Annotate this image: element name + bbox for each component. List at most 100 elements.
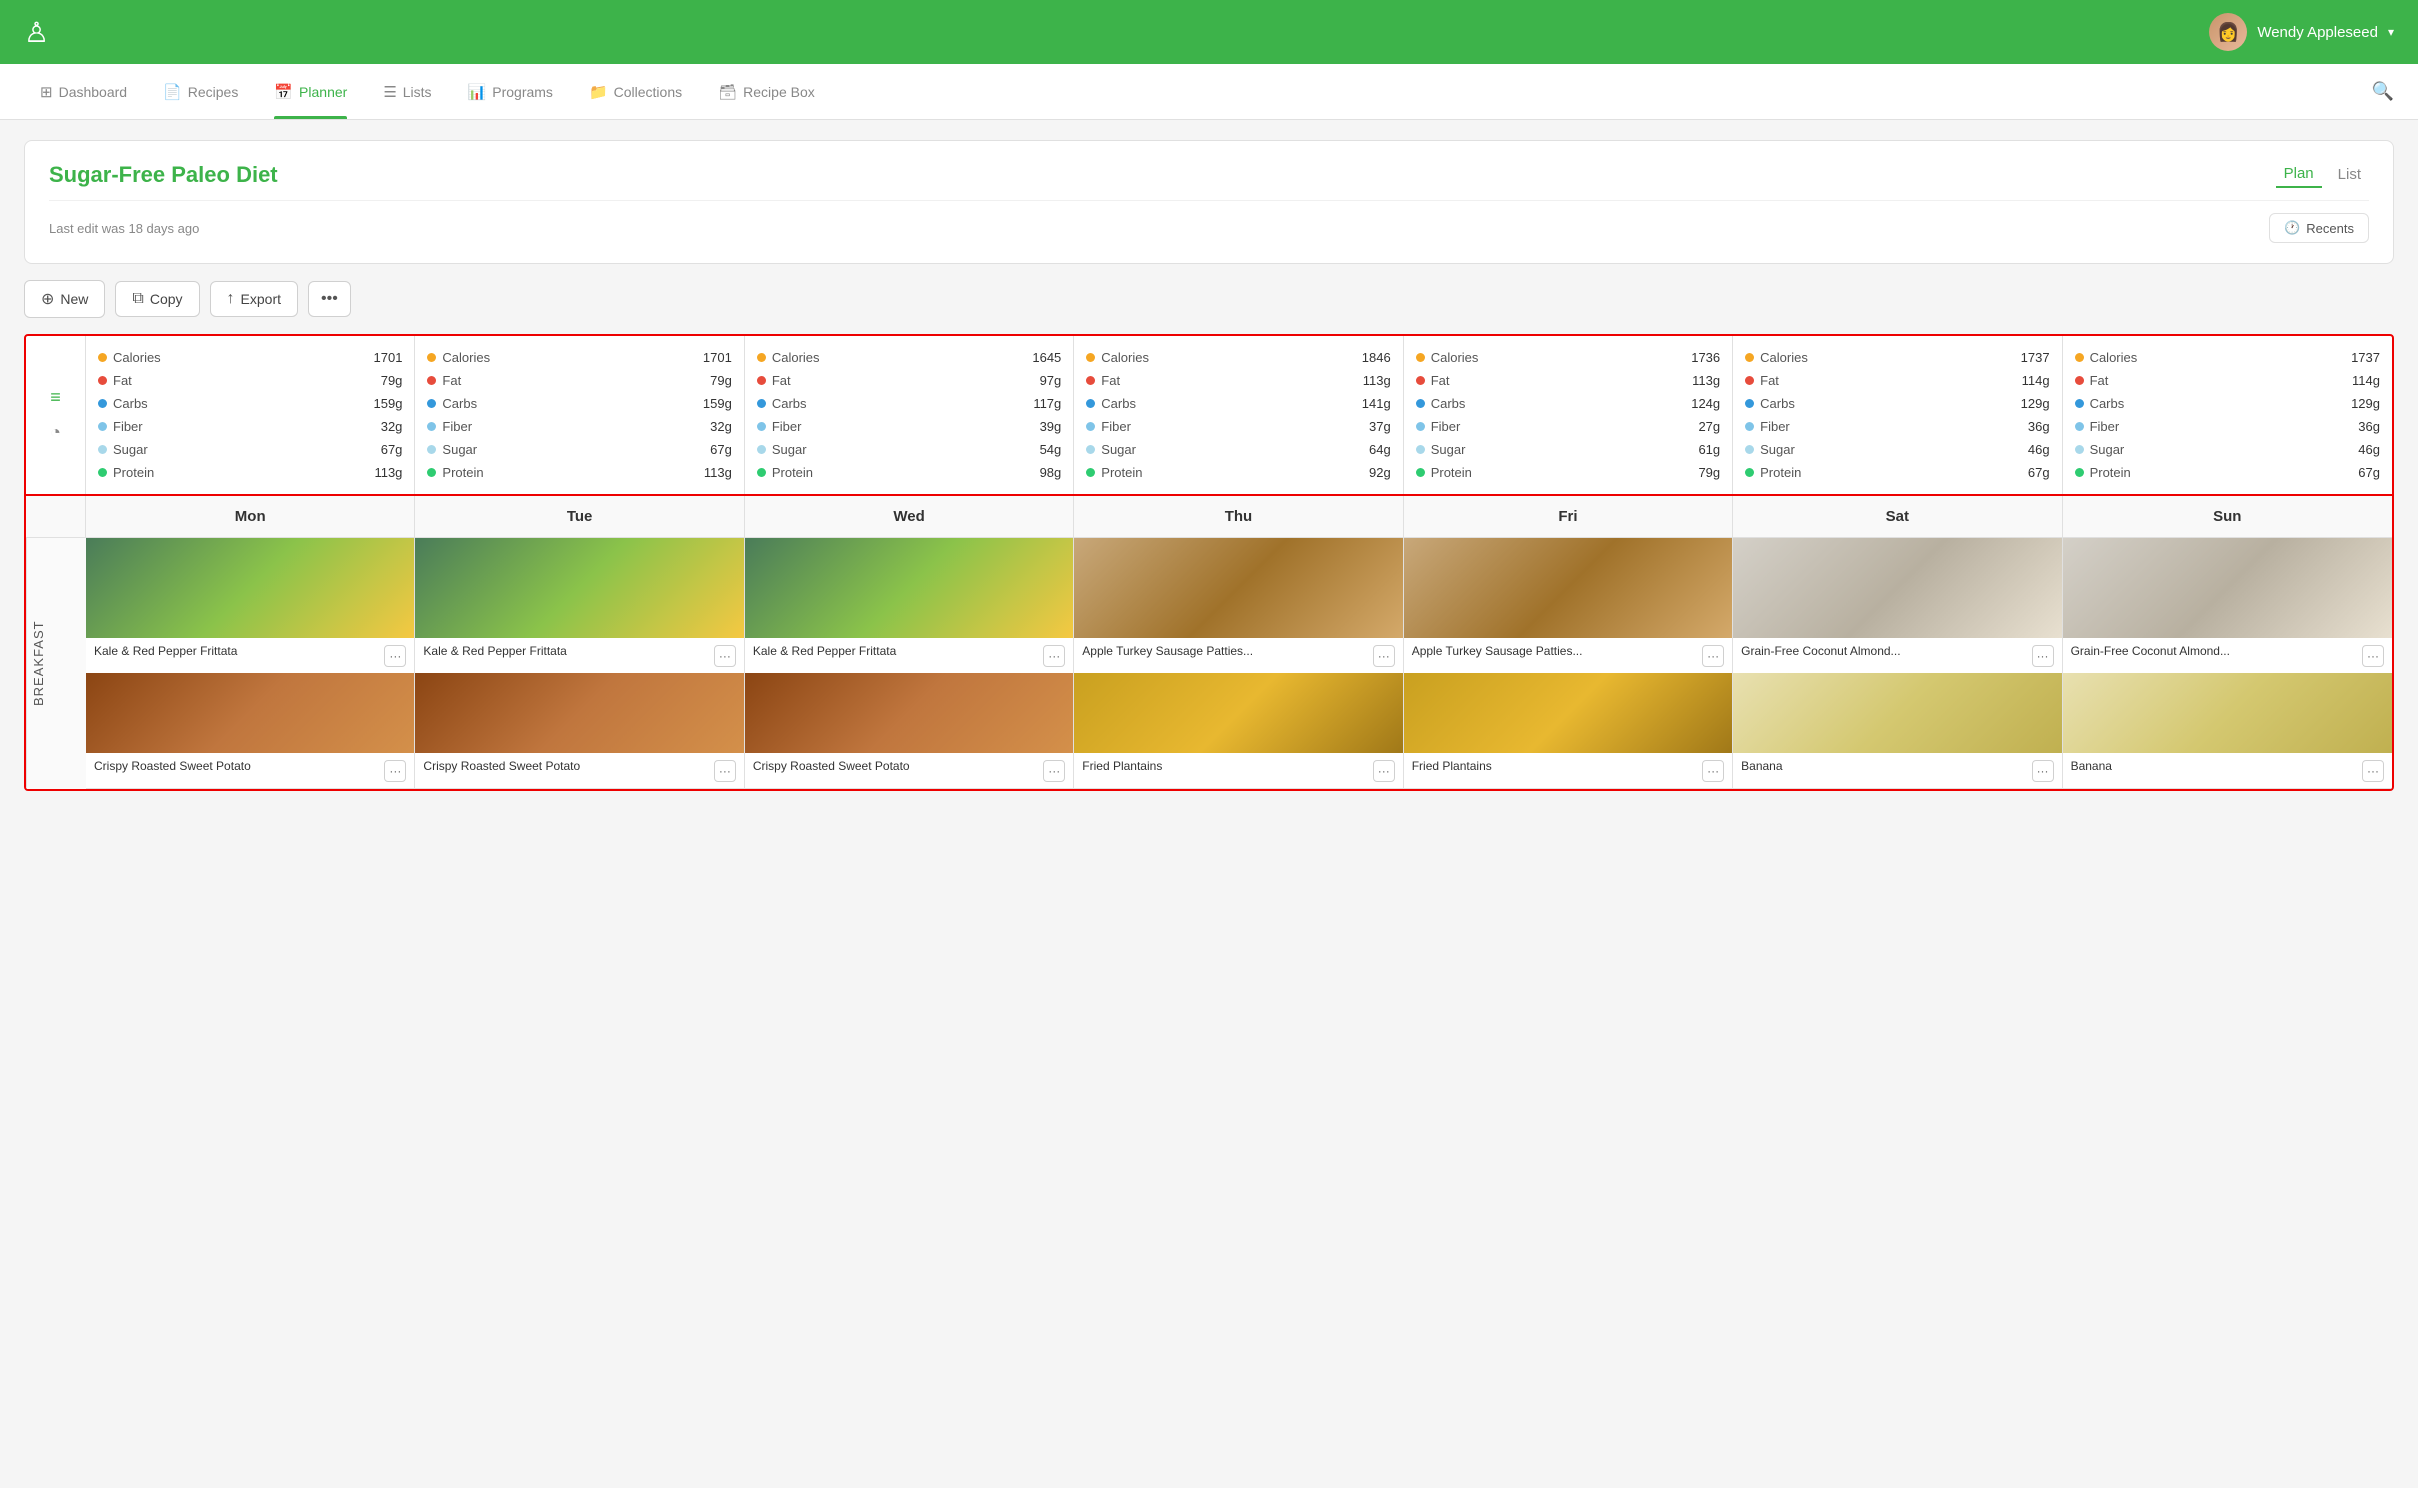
recipe-name: Apple Turkey Sausage Patties...: [1412, 644, 1702, 660]
dot-calories: [1745, 353, 1754, 362]
copy-icon: ⧉: [132, 290, 143, 308]
dot-carbs: [2075, 399, 2084, 408]
nav-label-collections: Collections: [614, 84, 682, 100]
recipe-card-1-day-2: Kale & Red Pepper Frittata ···: [745, 538, 1073, 673]
recipe-more-button[interactable]: ···: [1702, 645, 1724, 667]
recents-label: Recents: [2306, 221, 2354, 236]
recipe-more-button-2[interactable]: ···: [384, 760, 406, 782]
recipe-card-1-day-4: Apple Turkey Sausage Patties... ···: [1404, 538, 1732, 673]
dot-fiber: [757, 422, 766, 431]
export-icon: ↑: [227, 290, 235, 308]
nav-label-recipes: Recipes: [188, 84, 239, 100]
day-header-tue: Tue: [415, 496, 744, 537]
recipe-more-button-2[interactable]: ···: [1373, 760, 1395, 782]
plus-icon: ⊕: [41, 289, 54, 309]
recipe-img-6-1: [2063, 538, 2392, 638]
recipe-more-button[interactable]: ···: [2362, 645, 2384, 667]
recipe-more-button-2[interactable]: ···: [2362, 760, 2384, 782]
dot-protein: [1745, 468, 1754, 477]
nav-item-recipes[interactable]: 📄 Recipes: [147, 64, 254, 119]
recipe-more-button-2[interactable]: ···: [1702, 760, 1724, 782]
avatar: 👩: [2209, 13, 2247, 51]
nutrition-day-1: Calories 1701 Fat 79g Carbs 159g Fiber 3…: [415, 336, 744, 494]
nutrition-fat: Fat 79g: [98, 373, 402, 388]
search-icon[interactable]: 🔍: [2372, 81, 2394, 102]
new-button[interactable]: ⊕ New: [24, 280, 105, 318]
recipe-img-5-2: [1733, 673, 2061, 753]
dot-sugar: [98, 445, 107, 454]
recipe-name-row: Apple Turkey Sausage Patties... ···: [1074, 638, 1402, 673]
nav-item-dashboard[interactable]: ⊞ Dashboard: [24, 64, 143, 119]
dot-calories: [98, 353, 107, 362]
nav-item-lists[interactable]: ☰ Lists: [367, 64, 447, 119]
nav-item-planner[interactable]: 📅 Planner: [258, 64, 363, 119]
dot-calories: [1416, 353, 1425, 362]
nutrition-calories: Calories 1701: [427, 350, 731, 365]
days-header-row: MonTueWedThuFriSatSun: [26, 496, 2392, 538]
list-icon: ≡: [50, 387, 61, 408]
plan-title: Sugar-Free Paleo Diet: [49, 162, 278, 188]
recipe-img-5-1: [1733, 538, 2061, 638]
dot-carbs: [1416, 399, 1425, 408]
tab-plan[interactable]: Plan: [2276, 161, 2322, 188]
copy-button[interactable]: ⧉ Copy: [115, 281, 199, 317]
collections-icon: 📁: [589, 83, 608, 101]
recipe-more-button-2[interactable]: ···: [1043, 760, 1065, 782]
nav-label-recipe-box: Recipe Box: [743, 84, 815, 100]
recipe-img-6-2: [2063, 673, 2392, 753]
recipe-img-3-2: [1074, 673, 1402, 753]
nav-item-collections[interactable]: 📁 Collections: [573, 64, 698, 119]
export-button[interactable]: ↑ Export: [210, 281, 298, 317]
recipe-card-1-day-0: Kale & Red Pepper Frittata ···: [86, 538, 414, 673]
plan-meta: Last edit was 18 days ago 🕐 Recents: [49, 200, 2369, 243]
recipe-name-2: Crispy Roasted Sweet Potato: [753, 759, 1043, 775]
recipe-more-button[interactable]: ···: [2032, 645, 2054, 667]
tab-list[interactable]: List: [2330, 162, 2369, 187]
dot-sugar: [427, 445, 436, 454]
recipe-more-button-2[interactable]: ···: [714, 760, 736, 782]
chevron-down-icon: ▾: [2388, 25, 2394, 39]
nutrition-day-5: Calories 1737 Fat 114g Carbs 129g Fiber …: [1733, 336, 2062, 494]
nav-item-programs[interactable]: 📊 Programs: [452, 64, 569, 119]
recipe-card-1-day-6: Grain-Free Coconut Almond... ···: [2063, 538, 2392, 673]
dot-fiber: [427, 422, 436, 431]
recipe-img-0-1: [86, 538, 414, 638]
plan-card: Sugar-Free Paleo Diet Plan List Last edi…: [24, 140, 2394, 264]
recipe-more-button-2[interactable]: ···: [2032, 760, 2054, 782]
more-options-button[interactable]: •••: [308, 281, 351, 317]
recipe-card-2-day-5: Banana ···: [1733, 673, 2061, 788]
recents-icon: 🕐: [2284, 220, 2300, 236]
nutrition-fat: Fat 113g: [1086, 373, 1390, 388]
recipe-more-button[interactable]: ···: [384, 645, 406, 667]
user-menu[interactable]: 👩 Wendy Appleseed ▾: [2209, 13, 2394, 51]
recipe-more-button[interactable]: ···: [714, 645, 736, 667]
nutrition-calories: Calories 1846: [1086, 350, 1390, 365]
day-header-thu: Thu: [1074, 496, 1403, 537]
breakfast-day-4: Apple Turkey Sausage Patties... ··· Frie…: [1404, 538, 1733, 789]
nutrition-fiber: Fiber 32g: [427, 419, 731, 434]
nutrition-sugar: Sugar 67g: [427, 442, 731, 457]
programs-icon: 📊: [468, 83, 487, 101]
recipe-img-2-2: [745, 673, 1073, 753]
nutrition-carbs: Carbs 129g: [1745, 396, 2049, 411]
plan-header: Sugar-Free Paleo Diet Plan List: [49, 161, 2369, 188]
nutrition-carbs: Carbs 129g: [2075, 396, 2380, 411]
last-edit-text: Last edit was 18 days ago: [49, 221, 199, 236]
breakfast-day-0: Kale & Red Pepper Frittata ··· Crispy Ro…: [86, 538, 415, 789]
recipe-card-2-day-3: Fried Plantains ···: [1074, 673, 1402, 788]
nutrition-carbs: Carbs 124g: [1416, 396, 1720, 411]
nav-label-lists: Lists: [403, 84, 432, 100]
nutrition-protein: Protein 67g: [2075, 465, 2380, 480]
nutrition-row: ≡ ◔ Calories 1701 Fat 79g Carbs 159g Fib…: [26, 336, 2392, 496]
recipe-more-button[interactable]: ···: [1373, 645, 1395, 667]
nutrition-day-3: Calories 1846 Fat 113g Carbs 141g Fiber …: [1074, 336, 1403, 494]
recipe-name: Grain-Free Coconut Almond...: [2071, 644, 2362, 660]
recipe-card-2-day-2: Crispy Roasted Sweet Potato ···: [745, 673, 1073, 788]
recipe-more-button[interactable]: ···: [1043, 645, 1065, 667]
recents-button[interactable]: 🕐 Recents: [2269, 213, 2369, 243]
recipe-card-2-day-4: Fried Plantains ···: [1404, 673, 1732, 788]
nutrition-carbs: Carbs 159g: [98, 396, 402, 411]
nutrition-calories: Calories 1737: [1745, 350, 2049, 365]
nav-item-recipe-box[interactable]: 🗃 Recipe Box: [702, 64, 831, 119]
nutrition-protein: Protein 113g: [427, 465, 731, 480]
